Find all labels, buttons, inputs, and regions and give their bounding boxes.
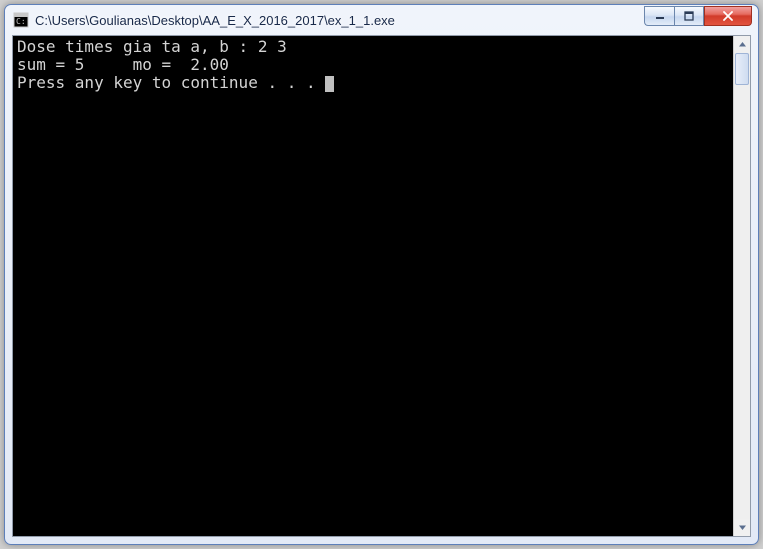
chevron-down-icon — [738, 523, 747, 532]
close-button[interactable] — [704, 6, 752, 26]
console-line: sum = 5 mo = 2.00 — [17, 55, 229, 74]
chevron-up-icon — [738, 40, 747, 49]
window-title: C:\Users\Goulianas\Desktop\AA_E_X_2016_2… — [35, 13, 644, 28]
client-area: Dose times gia ta a, b : 2 3 sum = 5 mo … — [12, 35, 751, 537]
console-line: Press any key to continue . . . — [17, 73, 325, 92]
titlebar[interactable]: C: C:\Users\Goulianas\Desktop\AA_E_X_201… — [5, 5, 758, 35]
scroll-down-button[interactable] — [734, 519, 750, 536]
minimize-button[interactable] — [644, 6, 674, 26]
maximize-icon — [684, 11, 694, 21]
app-icon: C: — [13, 12, 29, 28]
close-icon — [722, 11, 734, 21]
minimize-icon — [655, 11, 665, 21]
svg-text:C:: C: — [16, 17, 26, 26]
scroll-thumb[interactable] — [735, 53, 749, 85]
text-cursor — [325, 76, 334, 92]
maximize-button[interactable] — [674, 6, 704, 26]
scroll-track[interactable] — [734, 53, 750, 519]
window-controls — [644, 6, 752, 26]
scroll-up-button[interactable] — [734, 36, 750, 53]
console-line: Dose times gia ta a, b : 2 3 — [17, 37, 287, 56]
console-output[interactable]: Dose times gia ta a, b : 2 3 sum = 5 mo … — [13, 36, 733, 536]
vertical-scrollbar[interactable] — [733, 36, 750, 536]
console-window: C: C:\Users\Goulianas\Desktop\AA_E_X_201… — [4, 4, 759, 545]
